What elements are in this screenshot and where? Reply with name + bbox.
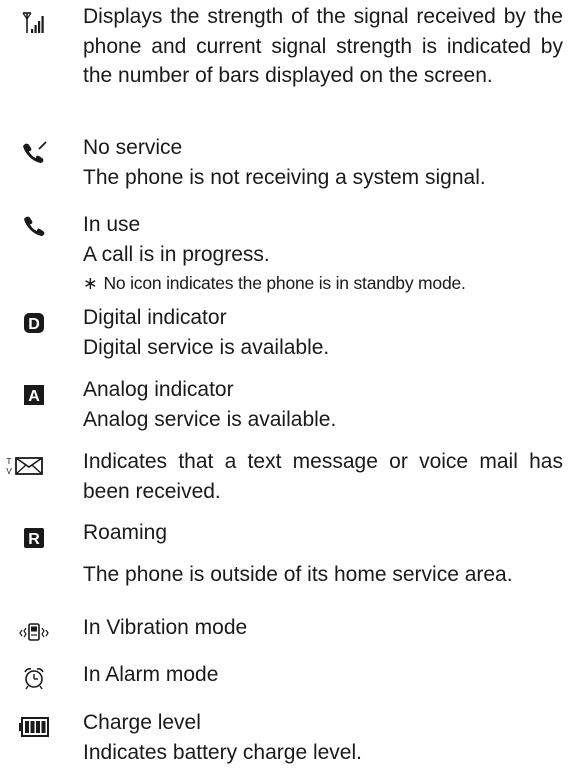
no-service-description: No service The phone is not receiving a … bbox=[83, 133, 563, 192]
roaming-title: Roaming bbox=[83, 521, 168, 544]
signal-strength-icon bbox=[18, 10, 50, 42]
charge-level-title: Charge level bbox=[83, 711, 201, 734]
standby-note-text: No icon indicates the phone is in standb… bbox=[103, 273, 466, 293]
svg-text:V: V bbox=[6, 467, 12, 476]
vibration-mode-text: In Vibration mode bbox=[83, 616, 248, 639]
no-service-detail: The phone is not receiving a system sign… bbox=[83, 165, 486, 189]
standby-note: ∗ No icon indicates the phone is in stand… bbox=[83, 269, 563, 298]
vibration-mode-description: In Vibration mode bbox=[83, 613, 563, 643]
signal-strength-description: Displays the strength of the signal rece… bbox=[83, 2, 563, 91]
alarm-mode-description: In Alarm mode bbox=[83, 660, 563, 690]
vibration-mode-icon bbox=[18, 621, 50, 653]
roaming-description: Roaming The phone is outside of its home… bbox=[83, 518, 563, 589]
in-use-icon bbox=[18, 214, 50, 246]
alarm-mode-icon bbox=[18, 666, 50, 698]
no-service-icon bbox=[18, 139, 50, 171]
digital-glyph: D bbox=[28, 316, 40, 333]
analog-indicator-icon: A bbox=[18, 383, 50, 415]
message-description: Indicates that a text message or voice m… bbox=[83, 447, 563, 506]
in-use-title: In use bbox=[83, 213, 141, 236]
alarm-mode-text: In Alarm mode bbox=[83, 663, 219, 686]
roaming-detail: The phone is outside of its home service… bbox=[83, 562, 513, 586]
digital-indicator-detail: Digital service is available. bbox=[83, 335, 330, 359]
roaming-icon: R bbox=[18, 526, 50, 558]
charge-level-detail: Indicates battery charge level. bbox=[83, 740, 362, 764]
digital-indicator-title: Digital indicator bbox=[83, 306, 227, 329]
svg-text:T: T bbox=[7, 457, 12, 466]
in-use-detail: A call is in progress. bbox=[83, 242, 270, 266]
message-text: Indicates that a text message or voice m… bbox=[83, 450, 563, 503]
in-use-description: In use A call is in progress. ∗ No icon i… bbox=[83, 210, 563, 298]
message-icon: T V bbox=[0, 455, 52, 487]
analog-indicator-detail: Analog service is available. bbox=[83, 407, 337, 431]
signal-strength-text: Displays the strength of the signal rece… bbox=[83, 5, 563, 87]
roaming-glyph: R bbox=[28, 531, 40, 548]
analog-indicator-title: Analog indicator bbox=[83, 378, 234, 401]
battery-charge-icon bbox=[18, 716, 50, 748]
charge-level-description: Charge level Indicates battery charge le… bbox=[83, 708, 563, 767]
no-service-title: No service bbox=[83, 136, 183, 159]
digital-indicator-description: Digital indicator Digital service is ava… bbox=[83, 303, 563, 362]
digital-indicator-icon: D bbox=[18, 311, 50, 343]
note-marker: ∗ bbox=[83, 273, 98, 293]
analog-glyph: A bbox=[28, 388, 40, 405]
analog-indicator-description: Analog indicator Analog service is avail… bbox=[83, 375, 563, 434]
